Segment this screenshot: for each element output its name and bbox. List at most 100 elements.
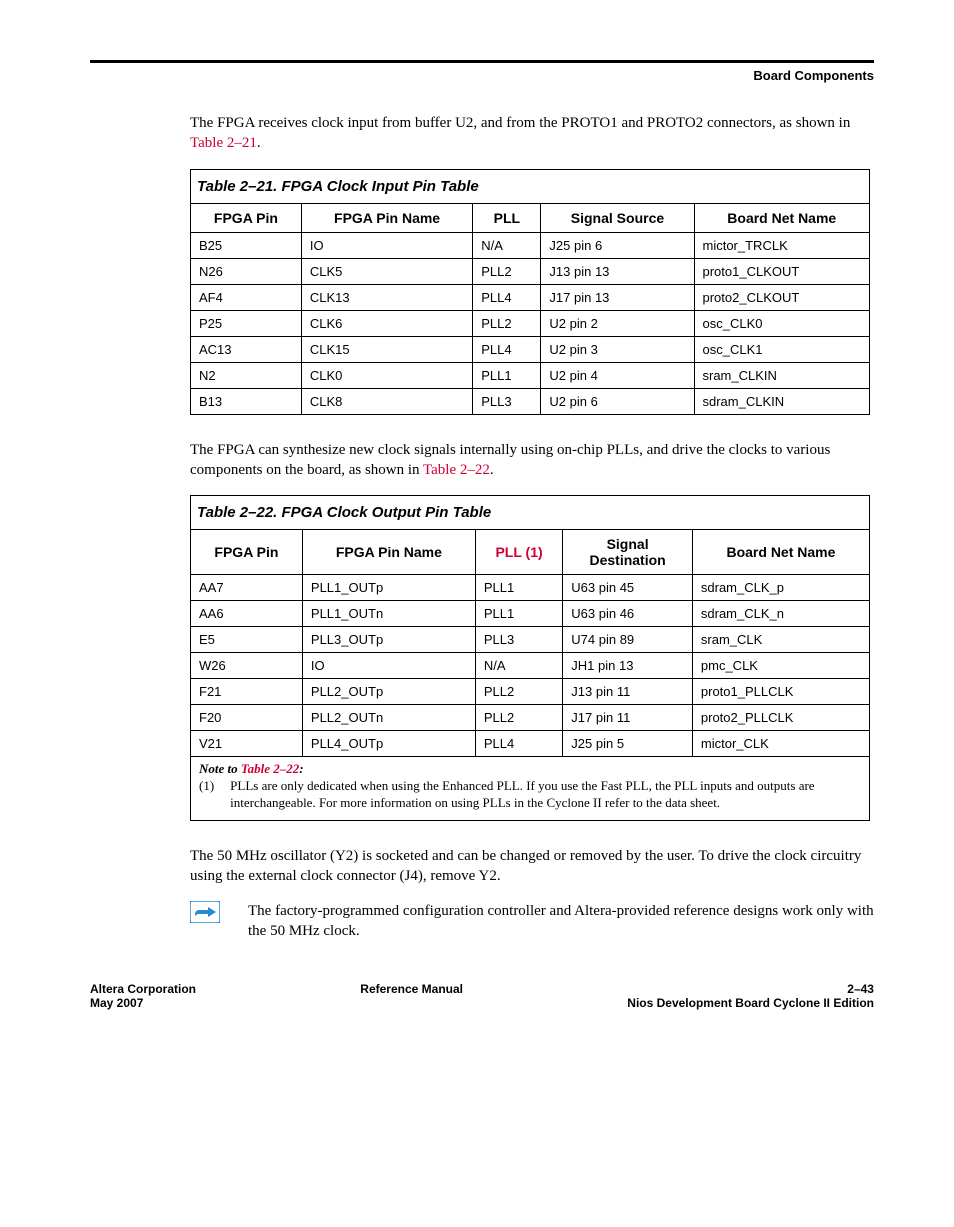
- cell: B13: [191, 388, 302, 414]
- para1-link[interactable]: Table 2–21: [190, 135, 257, 151]
- table-row: AA6PLL1_OUTnPLL1U63 pin 46sdram_CLK_n: [191, 601, 870, 627]
- t22-h4a: Signal: [607, 536, 649, 552]
- t22-h5: Board Net Name: [692, 530, 869, 575]
- footer-company: Altera Corporation: [90, 982, 196, 996]
- t22-h3-a: PLL: [495, 544, 521, 560]
- cell: PLL3: [473, 388, 541, 414]
- cell: CLK0: [301, 362, 472, 388]
- cell: AA6: [191, 601, 303, 627]
- cell: N/A: [473, 232, 541, 258]
- cell: PLL3: [475, 627, 562, 653]
- table-row: F20PLL2_OUTnPLL2J17 pin 11proto2_PLLCLK: [191, 705, 870, 731]
- note-number: (1): [199, 778, 214, 812]
- table-row: B13CLK8PLL3U2 pin 6sdram_CLKIN: [191, 388, 870, 414]
- table-22-header-row: FPGA Pin FPGA Pin Name PLL (1) SignalDes…: [191, 530, 870, 575]
- cell: proto2_CLKOUT: [694, 284, 870, 310]
- cell: B25: [191, 232, 302, 258]
- header-rule-thick: [90, 60, 874, 63]
- table-row: P25CLK6PLL2U2 pin 2osc_CLK0: [191, 310, 870, 336]
- cell: sdram_CLK_n: [692, 601, 869, 627]
- table-row: E5PLL3_OUTpPLL3U74 pin 89sram_CLK: [191, 627, 870, 653]
- footer-left: Altera Corporation May 2007: [90, 982, 196, 1010]
- cell: PLL1: [475, 601, 562, 627]
- cell: sram_CLK: [692, 627, 869, 653]
- table-row: B25ION/AJ25 pin 6mictor_TRCLK: [191, 232, 870, 258]
- cell: proto1_CLKOUT: [694, 258, 870, 284]
- cell: P25: [191, 310, 302, 336]
- cell: U2 pin 2: [541, 310, 694, 336]
- cell: PLL2: [473, 258, 541, 284]
- cell: J13 pin 11: [563, 679, 693, 705]
- footer-doc: Nios Development Board Cyclone II Editio…: [627, 996, 874, 1010]
- cell: PLL2: [473, 310, 541, 336]
- para2-b: .: [490, 462, 494, 478]
- cell: CLK6: [301, 310, 472, 336]
- footer-page: 2–43: [627, 982, 874, 996]
- cell: U63 pin 46: [563, 601, 693, 627]
- t22-h4: SignalDestination: [563, 530, 693, 575]
- cell: PLL4: [473, 284, 541, 310]
- table-row: F21PLL2_OUTpPLL2J13 pin 11proto1_PLLCLK: [191, 679, 870, 705]
- cell: sdram_CLKIN: [694, 388, 870, 414]
- section-header: Board Components: [90, 68, 874, 83]
- note-body: PLLs are only dedicated when using the E…: [230, 778, 861, 812]
- cell: PLL3_OUTp: [302, 627, 475, 653]
- cell: CLK8: [301, 388, 472, 414]
- cell: W26: [191, 653, 303, 679]
- cell: CLK15: [301, 336, 472, 362]
- cell: U2 pin 6: [541, 388, 694, 414]
- cell: sram_CLKIN: [694, 362, 870, 388]
- note-title-link[interactable]: Table 2–22: [241, 761, 299, 776]
- cell: N26: [191, 258, 302, 284]
- cell: PLL1_OUTp: [302, 575, 475, 601]
- cell: IO: [301, 232, 472, 258]
- table-21-caption: Table 2–21. FPGA Clock Input Pin Table: [191, 169, 870, 203]
- cell: E5: [191, 627, 303, 653]
- cell: J17 pin 13: [541, 284, 694, 310]
- cell: U74 pin 89: [563, 627, 693, 653]
- paragraph-3: The 50 MHz oscillator (Y2) is socketed a…: [190, 846, 874, 887]
- cell: V21: [191, 731, 303, 757]
- footer-date: May 2007: [90, 996, 196, 1010]
- footer-center: Reference Manual: [360, 982, 463, 1010]
- cell: F20: [191, 705, 303, 731]
- cell: PLL1: [475, 575, 562, 601]
- cell: PLL4_OUTp: [302, 731, 475, 757]
- cell: proto2_PLLCLK: [692, 705, 869, 731]
- table-21-header-row: FPGA Pin FPGA Pin Name PLL Signal Source…: [191, 203, 870, 232]
- cell: U2 pin 4: [541, 362, 694, 388]
- t21-h2: FPGA Pin Name: [301, 203, 472, 232]
- t22-h3: PLL (1): [475, 530, 562, 575]
- table-row: N26CLK5PLL2J13 pin 13proto1_CLKOUT: [191, 258, 870, 284]
- page-footer: Altera Corporation May 2007 Reference Ma…: [90, 982, 874, 1010]
- pointer-note: The factory-programmed configuration con…: [190, 901, 874, 942]
- cell: pmc_CLK: [692, 653, 869, 679]
- cell: J17 pin 11: [563, 705, 693, 731]
- t21-h4: Signal Source: [541, 203, 694, 232]
- table-22-caption: Table 2–22. FPGA Clock Output Pin Table: [191, 496, 870, 530]
- cell: CLK13: [301, 284, 472, 310]
- cell: CLK5: [301, 258, 472, 284]
- t21-h5: Board Net Name: [694, 203, 870, 232]
- cell: J25 pin 6: [541, 232, 694, 258]
- intro-paragraph-1: The FPGA receives clock input from buffe…: [190, 113, 874, 154]
- cell: PLL2_OUTn: [302, 705, 475, 731]
- hand-pointer-icon: [190, 901, 220, 923]
- table-row: AF4CLK13PLL4J17 pin 13proto2_CLKOUT: [191, 284, 870, 310]
- t22-h2: FPGA Pin Name: [302, 530, 475, 575]
- cell: PLL1: [473, 362, 541, 388]
- para2-link[interactable]: Table 2–22: [423, 462, 490, 478]
- cell: osc_CLK1: [694, 336, 870, 362]
- cell: PLL2_OUTp: [302, 679, 475, 705]
- cell: J13 pin 13: [541, 258, 694, 284]
- cell: PLL2: [475, 705, 562, 731]
- t22-h3-b[interactable]: (1): [522, 544, 543, 560]
- cell: AC13: [191, 336, 302, 362]
- cell: N2: [191, 362, 302, 388]
- note-title-b: :: [299, 761, 303, 776]
- cell: U63 pin 45: [563, 575, 693, 601]
- intro-paragraph-2: The FPGA can synthesize new clock signal…: [190, 440, 874, 481]
- table-row: V21PLL4_OUTpPLL4J25 pin 5mictor_CLK: [191, 731, 870, 757]
- table-22-note: Note to Table 2–22: (1) PLLs are only de…: [190, 757, 870, 821]
- cell: PLL2: [475, 679, 562, 705]
